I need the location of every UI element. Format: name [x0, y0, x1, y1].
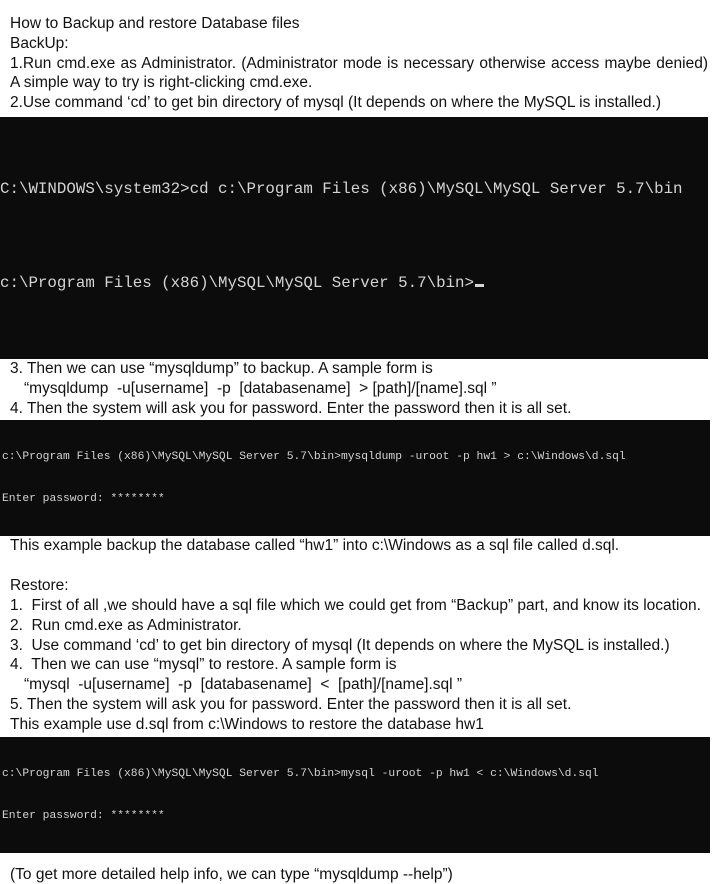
document-title: How to Backup and restore Database files — [10, 15, 300, 32]
restore-step-2: 2. Run cmd.exe as Administrator. — [10, 616, 242, 634]
console-cd-line-2-wrap: c:\Program Files (x86)\MySQL\MySQL Serve… — [0, 269, 708, 297]
console-dump-line-1: c:\Program Files (x86)\MySQL\MySQL Serve… — [2, 451, 626, 464]
restore-heading: Restore: — [10, 577, 69, 595]
console-restore-line-1: c:\Program Files (x86)\MySQL\MySQL Serve… — [2, 767, 599, 780]
restore-step-4: 4. Then we can use “mysql” to restore. A… — [10, 656, 397, 674]
backup-step-1: 1.Run cmd.exe as Administrator. (Adminis… — [10, 54, 712, 92]
backup-step-4: 4. Then the system will ask you for pass… — [10, 399, 572, 417]
backup-step-3-form: “mysqldump -u[username] -p [databasename… — [24, 379, 497, 397]
restore-step-5: 5. Then the system will ask you for pass… — [10, 695, 572, 713]
backup-step-2: 2.Use command ‘cd’ to get bin directory … — [10, 94, 662, 112]
console-cd-line-2: c:\Program Files (x86)\MySQL\MySQL Serve… — [0, 273, 474, 292]
console-restore-line-2: Enter password: ******** — [2, 809, 165, 822]
restore-example: This example use d.sql from c:\Windows t… — [10, 715, 484, 733]
backup-step-3: 3. Then we can use “mysqldump” to backup… — [10, 359, 433, 377]
console-dump-screenshot: c:\Program Files (x86)\MySQL\MySQL Serve… — [0, 420, 710, 537]
restore-step-1: 1. First of all ,we should have a sql fi… — [10, 596, 701, 614]
footer-note: (To get more detailed help info, we can … — [10, 865, 453, 883]
backup-example: This example backup the database called … — [10, 537, 620, 555]
console-dump-line-2: Enter password: ******** — [2, 493, 165, 506]
restore-step-4-form: “mysql -u[username] -p [databasename] < … — [24, 676, 463, 694]
console-cd-screenshot: C:\WINDOWS\system32>cd c:\Program Files … — [0, 116, 708, 359]
document: How to Backup and restore Database files… — [0, 14, 712, 884]
console-cd-line-1: C:\WINDOWS\system32>cd c:\Program Files … — [0, 179, 683, 198]
backup-heading: BackUp: — [10, 34, 69, 52]
console-restore-screenshot: c:\Program Files (x86)\MySQL\MySQL Serve… — [0, 736, 710, 853]
cursor-icon — [474, 283, 484, 287]
restore-step-3: 3. Use command ‘cd’ to get bin directory… — [10, 636, 670, 654]
